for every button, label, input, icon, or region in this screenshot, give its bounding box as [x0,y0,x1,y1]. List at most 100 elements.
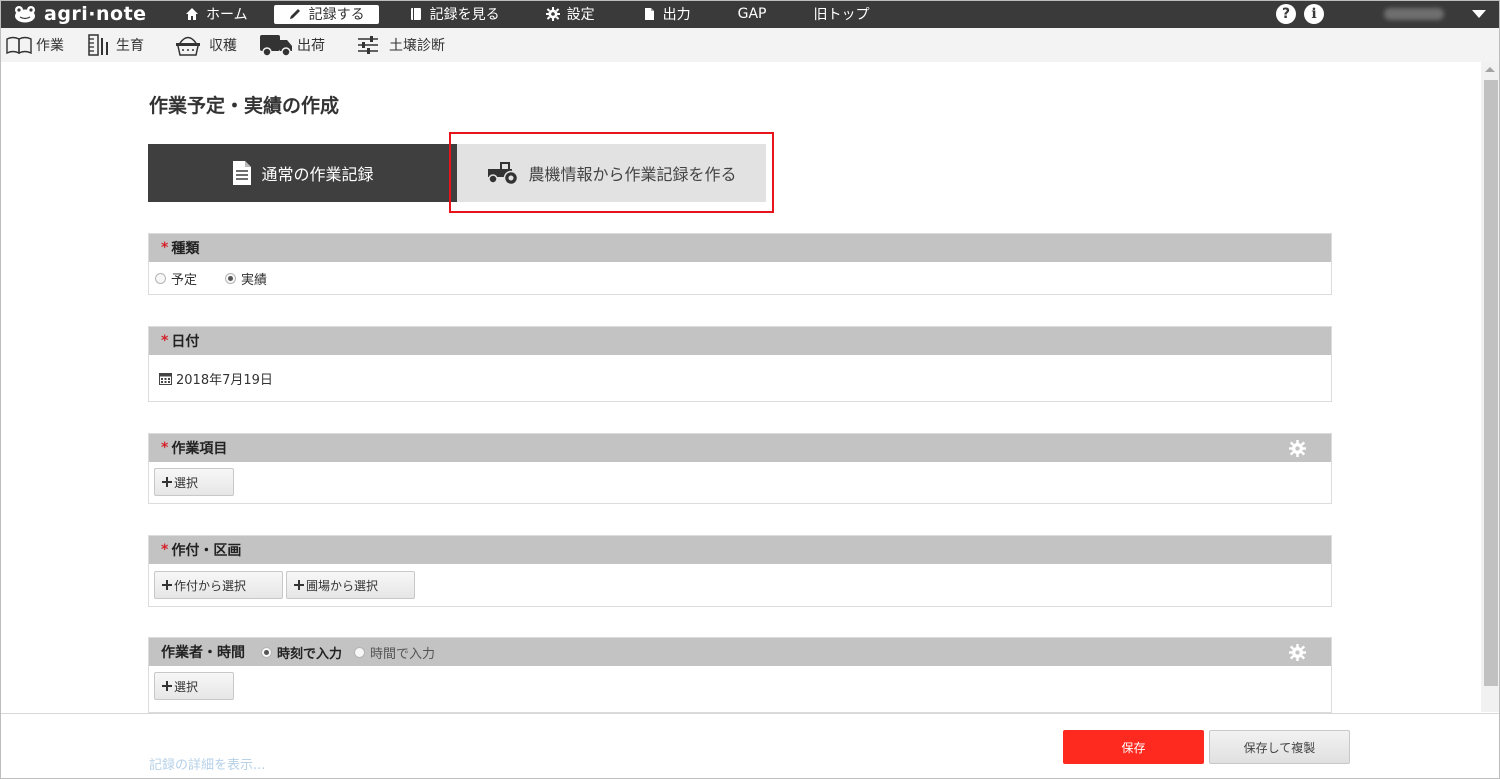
logo-text: agri·note [44,3,147,25]
radio-time-of-day[interactable]: 時刻で入力 [261,643,342,662]
required-mark: * [161,440,169,456]
section-crop-field-header: * 作付・区画 [149,536,1331,564]
worker-select-button[interactable]: 選択 [154,672,234,700]
radio-duration[interactable]: 時間で入力 [354,643,435,662]
calendar-icon [159,372,172,385]
truck-icon [260,35,292,57]
section-record-type: * 種類 予定 実績 [148,233,1332,295]
gear-icon[interactable] [1289,644,1306,661]
date-value[interactable]: 2018年7月19日 [176,369,273,388]
select-from-field-button[interactable]: 圃場から選択 [286,571,415,599]
select-from-field-label: 圃場から選択 [306,578,379,593]
subnav-harvest[interactable]: 収穫 [175,34,237,56]
gear-icon [545,7,560,21]
section-worker-time-header: 作業者・時間 時刻で入力 時間で入力 [149,638,1331,666]
plus-icon [162,681,172,691]
subnav-shipping[interactable]: 出荷 [259,33,325,57]
radio-actual[interactable]: 実績 [225,269,267,288]
plus-icon [294,580,304,590]
scroll-up-arrow-icon[interactable] [1485,67,1495,72]
subnav-growth-label: 生育 [116,38,144,54]
radio-duration-label: 時間で入力 [370,646,436,662]
user-menu-caret-icon[interactable] [1472,10,1486,18]
tab-normal-record[interactable]: 通常の作業記録 [148,144,457,202]
section-date-title: 日付 [171,334,200,350]
radio-time-of-day-circle[interactable] [261,646,272,658]
app-logo[interactable]: agri·note [14,3,154,25]
open-book-icon [6,36,32,54]
subnav-work-label: 作業 [36,38,64,54]
date-picker[interactable]: 2018年7月19日 [149,355,1331,401]
ruler-icon [88,34,108,56]
nav-home[interactable]: ホーム [185,4,248,24]
info-icon[interactable]: i [1304,4,1324,24]
nav-view-records-label: 記録を見る [429,7,500,23]
gear-icon[interactable] [1289,440,1306,457]
page-title: 作業予定・実績の作成 [149,95,340,117]
nav-record-label: 記録する [308,7,365,23]
worker-select-label: 選択 [174,679,199,694]
section-work-item: * 作業項目 選択 [148,433,1332,504]
section-date: * 日付 2018年7月19日 [148,326,1332,402]
help-icon[interactable]: ? [1276,4,1296,24]
subnav-growth[interactable]: 生育 [88,34,144,56]
radio-plan[interactable]: 予定 [155,269,197,288]
scrollbar-thumb[interactable] [1484,80,1498,686]
nav-export-label: 出力 [662,7,691,23]
nav-gap[interactable]: GAP [738,4,767,24]
plus-icon [162,477,172,487]
work-item-select-button[interactable]: 選択 [154,468,234,496]
radio-duration-circle[interactable] [354,646,366,658]
radio-time-of-day-label: 時刻で入力 [277,646,343,662]
save-and-copy-button[interactable]: 保存して複製 [1209,730,1350,764]
nav-settings[interactable]: 設定 [545,4,595,24]
section-worker-time-body: 選択 [149,666,1331,700]
select-from-crop-label: 作付から選択 [174,578,247,593]
subnav-work[interactable]: 作業 [6,35,64,55]
file-icon [644,8,654,20]
home-icon [186,8,198,20]
subnav-harvest-label: 収穫 [209,38,237,54]
radio-actual-label: 実績 [241,272,268,288]
select-from-crop-button[interactable]: 作付から選択 [154,571,283,599]
user-name-redacted[interactable] [1384,8,1444,20]
section-work-item-body: 選択 [149,462,1331,496]
top-right-controls: ? i [1268,0,1500,28]
required-mark: * [161,333,169,349]
subnav-soil-label: 土壌診断 [389,38,445,54]
section-work-item-title: 作業項目 [171,441,228,457]
frog-logo-icon [15,6,35,23]
tab-machine-record-label: 農機情報から作業記録を作る [528,165,737,184]
plus-icon [162,580,172,590]
basket-icon [176,36,200,56]
nav-export[interactable]: 出力 [642,4,691,24]
footer-action-bar: 記録の詳細を表示... 保存 保存して複製 [0,713,1500,779]
nav-old-top[interactable]: 旧トップ [813,4,869,24]
sub-navigation-bar: 作業 生育 収穫 出荷 土壌診断 [0,28,1500,62]
nav-view-records[interactable]: 記録を見る [409,4,500,24]
save-button[interactable]: 保存 [1063,730,1204,764]
radio-actual-circle[interactable] [225,272,237,284]
section-record-type-header: * 種類 [149,234,1331,262]
nav-record[interactable]: 記録する [273,4,379,24]
nav-gap-label: GAP [737,6,767,22]
subnav-shipping-label: 出荷 [297,38,325,54]
tab-machine-record[interactable]: 農機情報から作業記録を作る [457,144,766,202]
section-worker-time-title: 作業者・時間 [161,645,245,661]
pencil-icon [289,9,300,19]
nav-home-label: ホーム [206,7,248,23]
subnav-soil[interactable]: 土壌診断 [357,35,445,55]
section-worker-time: 作業者・時間 時刻で入力 時間で入力 選択 [148,637,1332,713]
record-type-options: 予定 実績 [149,262,1331,294]
tab-normal-record-label: 通常の作業記録 [261,165,374,184]
section-record-type-title: 種類 [171,241,200,257]
nav-settings-label: 設定 [566,7,595,23]
nav-old-top-label: 旧トップ [813,7,870,23]
top-navigation-bar: agri·note ホーム 記録する 記録を見る 設定 出力 GAP 旧トップ … [0,0,1500,28]
show-details-link[interactable]: 記録の詳細を表示... [149,754,265,773]
tractor-icon [488,162,519,186]
section-crop-field-title: 作付・区画 [171,543,242,559]
radio-plan-circle[interactable] [155,272,166,284]
section-work-item-header: * 作業項目 [149,434,1331,462]
required-mark: * [161,240,169,256]
